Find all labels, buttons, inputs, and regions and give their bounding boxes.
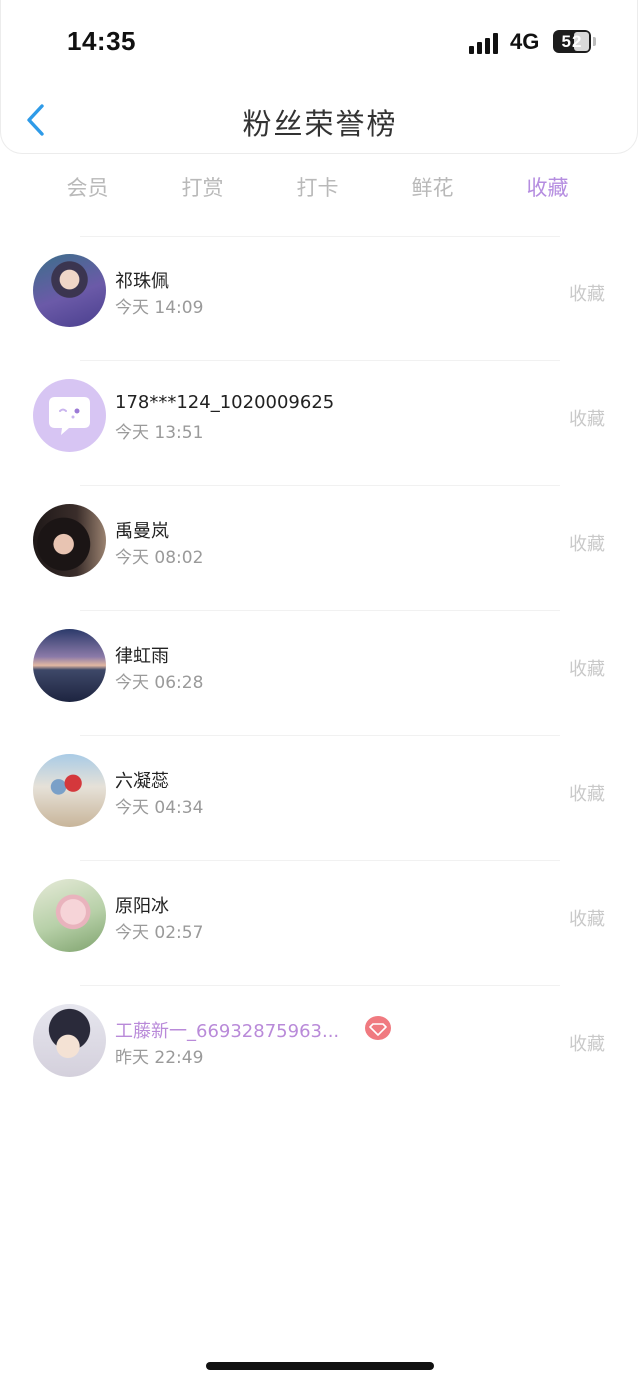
tab-reward[interactable]: 打赏 (145, 172, 260, 202)
fan-name: 原阳冰 (115, 896, 169, 917)
avatar (33, 379, 106, 452)
fan-name: 178***124_1020009625 (115, 392, 335, 413)
avatar (33, 629, 106, 702)
tab-flowers[interactable]: 鲜花 (375, 172, 490, 202)
fan-time: 今天 13:51 (115, 423, 204, 443)
favorite-label: 收藏 (569, 409, 605, 430)
favorite-label: 收藏 (569, 1034, 605, 1055)
fan-time: 今天 04:34 (115, 798, 204, 818)
avatar (33, 504, 106, 577)
avatar (33, 1004, 106, 1077)
fan-name: 禹曼岚 (115, 521, 169, 542)
fan-time: 今天 06:28 (115, 673, 204, 693)
fan-row[interactable]: 律虹雨 今天 06:28 收藏 (0, 611, 640, 735)
fan-name: 祁珠佩 (115, 271, 169, 292)
fan-name: 六凝蕊 (115, 771, 169, 792)
avatar (33, 754, 106, 827)
tab-checkin[interactable]: 打卡 (260, 172, 375, 202)
fan-row[interactable]: 178***124_1020009625 今天 13:51 收藏 (0, 361, 640, 485)
favorite-label: 收藏 (569, 909, 605, 930)
fan-time: 今天 02:57 (115, 923, 204, 943)
fan-row[interactable]: 原阳冰 今天 02:57 收藏 (0, 861, 640, 985)
battery-icon: 52 (553, 30, 591, 53)
diamond-icon (365, 1016, 391, 1040)
fan-name: 律虹雨 (115, 646, 169, 667)
chat-bubble-icon (49, 397, 90, 435)
fan-row[interactable]: 祁珠佩 今天 14:09 收藏 (0, 236, 640, 360)
fan-row[interactable]: 六凝蕊 今天 04:34 收藏 (0, 736, 640, 860)
favorite-label: 收藏 (569, 534, 605, 555)
battery-level: 52 (561, 31, 583, 51)
home-indicator[interactable] (206, 1362, 434, 1370)
network-label: 4G (510, 29, 540, 54)
tab-favorites[interactable]: 收藏 (490, 172, 605, 202)
tab-bar: 会员 打赏 打卡 鲜花 收藏 (30, 172, 610, 206)
avatar (33, 879, 106, 952)
status-time: 14:35 (67, 26, 136, 56)
tab-member[interactable]: 会员 (30, 172, 145, 202)
signal-icon (469, 32, 503, 54)
avatar (33, 254, 106, 327)
favorite-label: 收藏 (569, 284, 605, 305)
fan-time: 今天 14:09 (115, 298, 204, 318)
fan-time: 昨天 22:49 (115, 1048, 204, 1068)
fan-name: 工藤新一_66932875963... (115, 1021, 340, 1042)
fan-time: 今天 08:02 (115, 548, 204, 568)
battery-cap (593, 37, 596, 46)
fan-row[interactable]: 禹曼岚 今天 08:02 收藏 (0, 486, 640, 610)
favorite-label: 收藏 (569, 659, 605, 680)
header-bar: 14:35 4G 52 粉丝荣誉榜 (0, 0, 638, 154)
page-title: 粉丝荣誉榜 (242, 107, 398, 141)
fan-row[interactable]: 工藤新一_66932875963... 昨天 22:49 收藏 (0, 986, 640, 1110)
favorite-label: 收藏 (569, 784, 605, 805)
